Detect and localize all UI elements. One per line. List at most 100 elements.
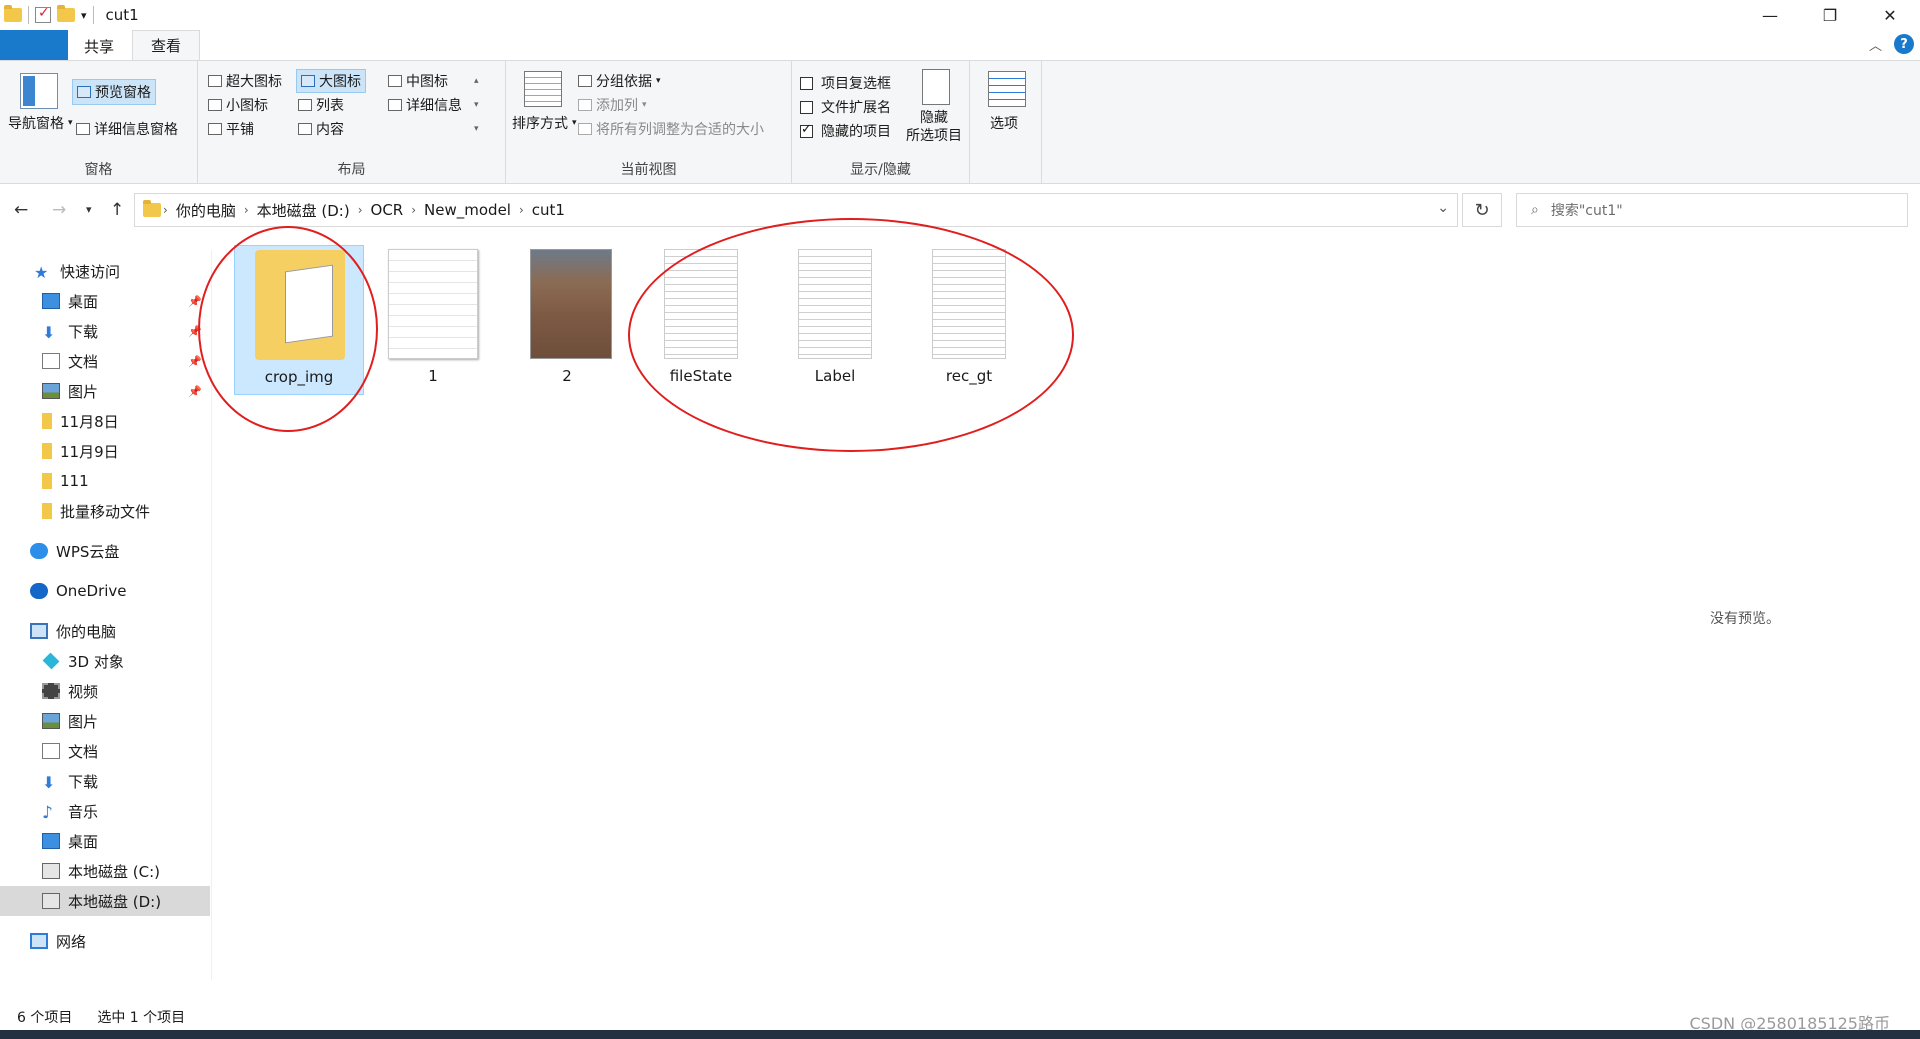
nav-this-pc[interactable]: 你的电脑 — [0, 616, 210, 646]
customize-toolbar-icon[interactable]: ▾ — [81, 9, 87, 22]
breadcrumb-item[interactable]: OCR — [371, 201, 404, 219]
file-item[interactable]: 1 — [368, 245, 498, 395]
forward-button[interactable]: → — [52, 200, 66, 220]
options-button[interactable]: 选项 — [990, 113, 1018, 133]
tab-view[interactable]: 查看 — [132, 30, 201, 60]
breadcrumb-item[interactable]: 你的电脑 — [176, 200, 236, 221]
medium-icons-icon — [388, 75, 402, 87]
nav-item-downloads[interactable]: ⬇ 下载 — [0, 766, 210, 796]
sort-by-button[interactable]: 排序方式 ▾ — [512, 113, 577, 133]
content-icon — [298, 123, 312, 135]
layout-scroll[interactable]: ▴ ▾ ▾ — [474, 69, 479, 141]
selection-count: 选中 1 个项目 — [97, 1010, 186, 1026]
refresh-button[interactable]: ↻ — [1462, 193, 1502, 227]
tiles-button[interactable]: 平铺 — [208, 119, 254, 139]
nav-item-music[interactable]: ♪ 音乐 — [0, 796, 210, 826]
add-columns-button[interactable]: 添加列 ▾ — [578, 95, 647, 115]
breadcrumb-item[interactable]: cut1 — [532, 201, 565, 219]
nav-item-videos[interactable]: 视频 — [0, 676, 210, 706]
search-box[interactable]: ⌕ 搜索"cut1" — [1516, 193, 1908, 227]
nav-item-folder[interactable]: 11月8日 — [0, 406, 210, 436]
chevron-down-icon[interactable]: ⌄ — [1437, 200, 1449, 216]
folder-icon — [4, 5, 22, 22]
nav-item-pictures[interactable]: 图片 📌 — [0, 376, 210, 406]
document-icon — [42, 353, 60, 369]
nav-quick-access[interactable]: ★ 快速访问 — [0, 256, 210, 286]
file-item[interactable]: 2 — [502, 245, 632, 395]
details-pane-button[interactable]: 详细信息窗格 — [76, 119, 178, 139]
folder-icon — [42, 413, 52, 429]
checkbox[interactable] — [800, 76, 813, 90]
annotation-circle — [198, 226, 378, 432]
list-button[interactable]: 列表 — [298, 95, 344, 115]
tab-share[interactable]: 共享 — [66, 32, 132, 60]
navigation-pane: ★ 快速访问 桌面 📌 ⬇ 下载 📌 文档 📌 图片 📌 11月8日 11月9日 111 批… — [0, 250, 212, 980]
window-controls: — ❐ ✕ — [1740, 0, 1920, 30]
search-placeholder: 搜索"cut1" — [1550, 203, 1623, 219]
back-button[interactable]: ← — [14, 200, 28, 220]
details-button[interactable]: 详细信息 — [388, 95, 462, 115]
content-button[interactable]: 内容 — [298, 119, 344, 139]
nav-item-documents[interactable]: 文档 📌 — [0, 346, 210, 376]
preview-pane-button[interactable]: 预览窗格 — [72, 79, 156, 105]
search-icon: ⌕ — [1531, 202, 1539, 218]
ribbon-group-current-view: 排序方式 ▾ 分组依据 ▾ 添加列 ▾ 将所有列调整为合适的大小 当前视图 — [506, 61, 792, 183]
large-icons-button[interactable]: 大图标 — [296, 69, 366, 93]
small-icons-button[interactable]: 小图标 — [208, 95, 268, 115]
navigation-pane-button[interactable]: 导航窗格 ▾ — [8, 113, 73, 133]
item-checkboxes-toggle[interactable]: 项目复选框 — [800, 73, 891, 93]
breadcrumb-item[interactable]: 本地磁盘 (D:) — [257, 200, 350, 221]
help-icon[interactable]: ? — [1894, 34, 1914, 54]
document-icon — [42, 743, 60, 759]
details-icon — [388, 99, 402, 111]
picture-icon — [42, 713, 60, 729]
image-thumbnail — [530, 249, 612, 359]
up-button[interactable]: ↑ — [110, 200, 124, 220]
nav-item-folder[interactable]: 11月9日 — [0, 436, 210, 466]
collapse-ribbon-icon[interactable]: ︿ — [1869, 35, 1882, 54]
breadcrumb-item[interactable]: New_model — [424, 201, 511, 219]
size-columns-icon — [578, 123, 592, 135]
nav-item-desktop[interactable]: 桌面 — [0, 826, 210, 856]
recent-locations-button[interactable]: ▾ — [86, 203, 92, 216]
nav-wps-cloud[interactable]: WPS云盘 — [0, 536, 210, 566]
nav-item-3d-objects[interactable]: 3D 对象 — [0, 646, 210, 676]
ribbon-group-show-hide: 项目复选框 文件扩展名 隐藏的项目 隐藏 所选项目 显示/隐藏 — [792, 61, 970, 183]
folder-icon — [143, 200, 161, 217]
nav-onedrive[interactable]: OneDrive — [0, 576, 210, 606]
new-folder-icon[interactable] — [57, 5, 75, 22]
hidden-items-toggle[interactable]: 隐藏的项目 — [800, 121, 891, 141]
extra-large-icons-icon — [208, 75, 222, 87]
ribbon-group-label: 布局 — [337, 162, 366, 178]
nav-item-drive-c[interactable]: 本地磁盘 (C:) — [0, 856, 210, 886]
nav-item-desktop[interactable]: 桌面 📌 — [0, 286, 210, 316]
extra-large-icons-button[interactable]: 超大图标 — [208, 71, 282, 91]
group-by-button[interactable]: 分组依据 ▾ — [578, 71, 661, 91]
ribbon-tabs: 文件 主页 共享 查看 ︿ ? — [0, 30, 1920, 180]
nav-item-folder[interactable]: 批量移动文件 — [0, 496, 210, 526]
properties-icon[interactable] — [35, 5, 51, 23]
document-thumbnail — [388, 249, 478, 359]
minimize-button[interactable]: — — [1740, 0, 1800, 30]
checkbox[interactable] — [800, 122, 813, 138]
window-title: cut1 — [105, 6, 139, 24]
hide-selected-button[interactable]: 隐藏 所选项目 — [906, 109, 962, 145]
file-extensions-toggle[interactable]: 文件扩展名 — [800, 97, 891, 117]
status-bar: 6 个项目 选中 1 个项目 — [0, 1004, 1920, 1030]
ribbon-group-options: 选项 — [970, 61, 1042, 183]
medium-icons-button[interactable]: 中图标 — [388, 71, 448, 91]
nav-item-documents[interactable]: 文档 — [0, 736, 210, 766]
checkbox[interactable] — [800, 100, 813, 114]
nav-item-folder[interactable]: 111 — [0, 466, 210, 496]
nav-item-drive-d[interactable]: 本地磁盘 (D:) — [0, 886, 210, 916]
nav-network[interactable]: 网络 — [0, 926, 210, 956]
desktop-icon — [42, 833, 60, 849]
preview-pane-icon — [77, 86, 91, 98]
nav-item-downloads[interactable]: ⬇ 下载 📌 — [0, 316, 210, 346]
nav-item-pictures[interactable]: 图片 — [0, 706, 210, 736]
close-button[interactable]: ✕ — [1860, 0, 1920, 30]
maximize-button[interactable]: ❐ — [1800, 0, 1860, 30]
ribbon-group-pane: 导航窗格 ▾ 预览窗格 详细信息窗格 窗格 — [0, 61, 198, 183]
size-all-columns-button[interactable]: 将所有列调整为合适的大小 — [578, 119, 764, 139]
small-icons-icon — [208, 99, 222, 111]
